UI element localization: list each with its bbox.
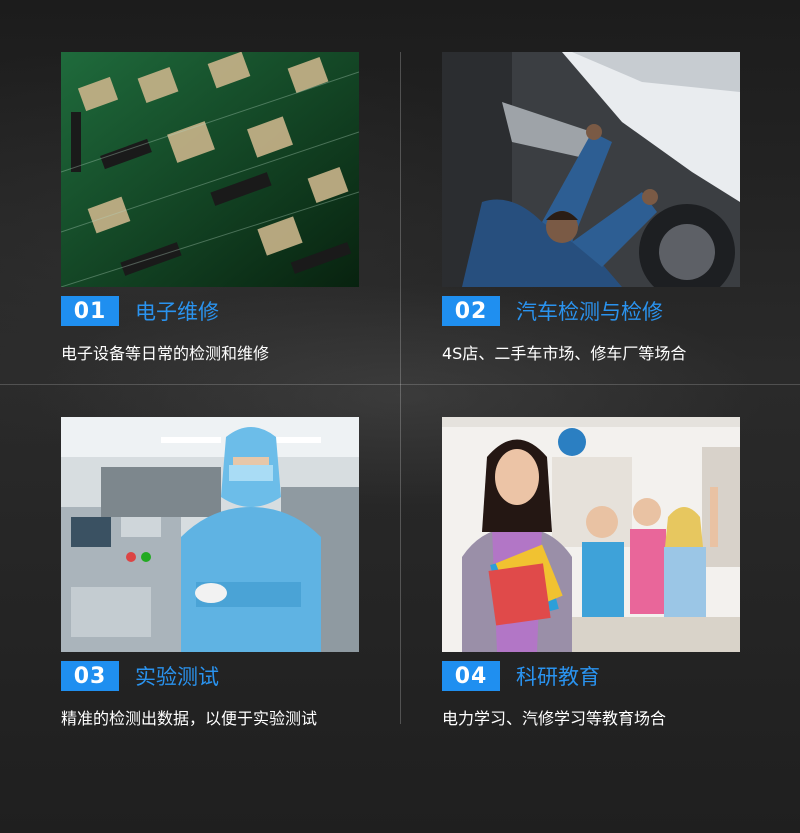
circuit-board-photo: [61, 52, 359, 287]
card-title: 电子维修: [135, 300, 219, 324]
classroom-teacher-photo: [442, 417, 740, 652]
card-title: 实验测试: [135, 665, 219, 689]
card-1-header: 01 电子维修: [61, 296, 219, 326]
card-description: 4S店、二手车市场、修车厂等场合: [442, 344, 687, 363]
cleanroom-worker-photo: [61, 417, 359, 652]
card-electronic-repair: 01 电子维修 电子设备等日常的检测和维修: [61, 52, 361, 363]
card-number-badge: 02: [442, 296, 500, 326]
card-description: 电力学习、汽修学习等教育场合: [442, 709, 667, 728]
horizontal-divider: [0, 384, 800, 385]
card-title: 科研教育: [516, 665, 600, 689]
card-auto-inspection: 02 汽车检测与检修 4S店、二手车市场、修车厂等场合: [442, 52, 742, 363]
card-number-badge: 04: [442, 661, 500, 691]
card-4-header: 04 科研教育: [442, 661, 600, 691]
card-number-badge: 03: [61, 661, 119, 691]
card-3-header: 03 实验测试: [61, 661, 219, 691]
card-description: 精准的检测出数据，以便于实验测试: [61, 709, 318, 728]
card-lab-testing: 03 实验测试 精准的检测出数据，以便于实验测试: [61, 417, 361, 728]
car-mechanic-photo: [442, 52, 740, 287]
card-title: 汽车检测与检修: [516, 300, 663, 324]
card-research-education: 04 科研教育 电力学习、汽修学习等教育场合: [442, 417, 742, 728]
vertical-divider: [400, 52, 401, 724]
card-number-badge: 01: [61, 296, 119, 326]
card-description: 电子设备等日常的检测和维修: [61, 344, 270, 363]
card-2-header: 02 汽车检测与检修: [442, 296, 663, 326]
